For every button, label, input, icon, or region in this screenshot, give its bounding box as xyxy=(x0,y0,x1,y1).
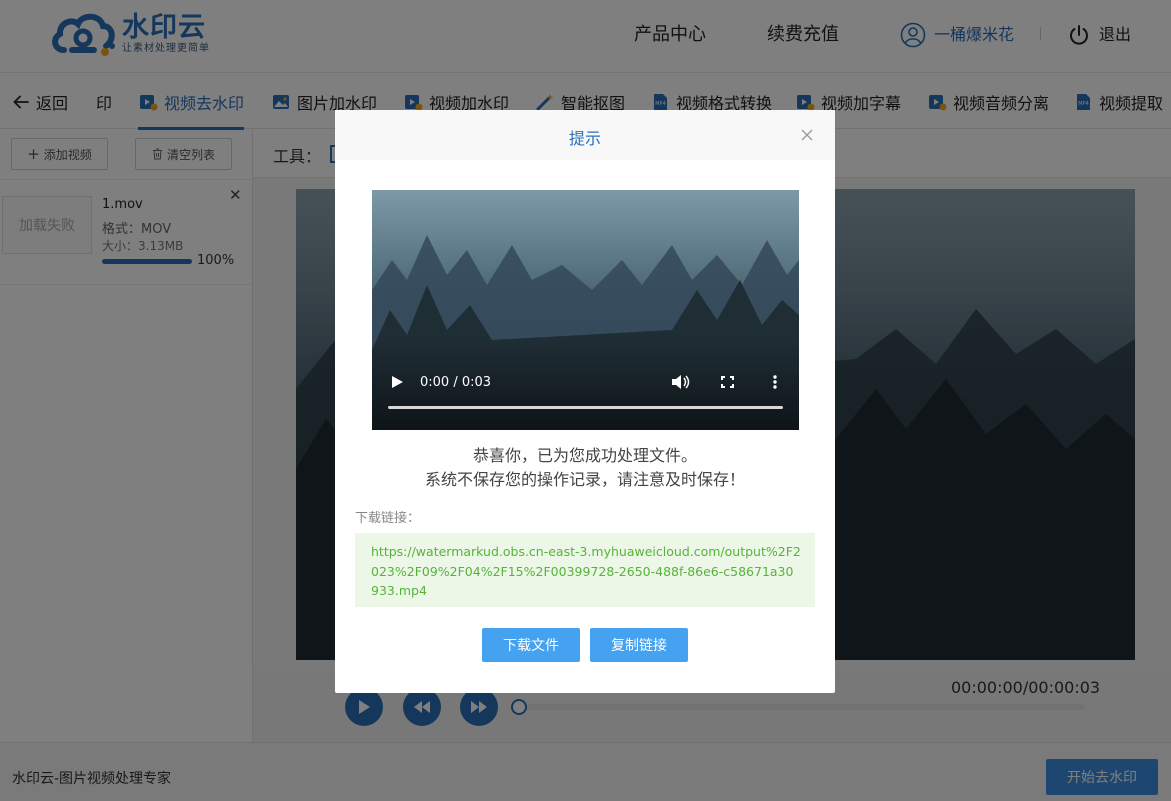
result-video-player[interactable]: 0:00 / 0:03 xyxy=(372,190,799,430)
video-progress-track xyxy=(388,406,783,409)
more-options-icon xyxy=(773,375,777,389)
download-file-button[interactable]: 下载文件 xyxy=(482,628,580,662)
dialog-title: 提示 xyxy=(568,129,601,148)
copy-link-button[interactable]: 复制链接 xyxy=(590,628,688,662)
dialog-header: 提示 xyxy=(335,110,835,160)
save-reminder: 系统不保存您的操作记录，请注意及时保存！ xyxy=(424,470,745,489)
download-link-label: 下载链接： xyxy=(355,511,421,526)
video-time: 0:00 / 0:03 xyxy=(420,375,492,390)
close-icon[interactable] xyxy=(801,129,813,141)
success-message: 恭喜你，已为您成功处理文件。 xyxy=(472,446,697,465)
result-video-frame xyxy=(372,190,799,430)
download-url[interactable]: https://watermarkud.obs.cn-east-3.myhuaw… xyxy=(371,542,801,601)
download-link-box[interactable]: https://watermarkud.obs.cn-east-3.myhuaw… xyxy=(355,533,815,607)
success-dialog: 提示 0:00 / 0:03 恭喜你，已为您成功处理文件。 系统不保存您的操作记… xyxy=(335,110,835,693)
